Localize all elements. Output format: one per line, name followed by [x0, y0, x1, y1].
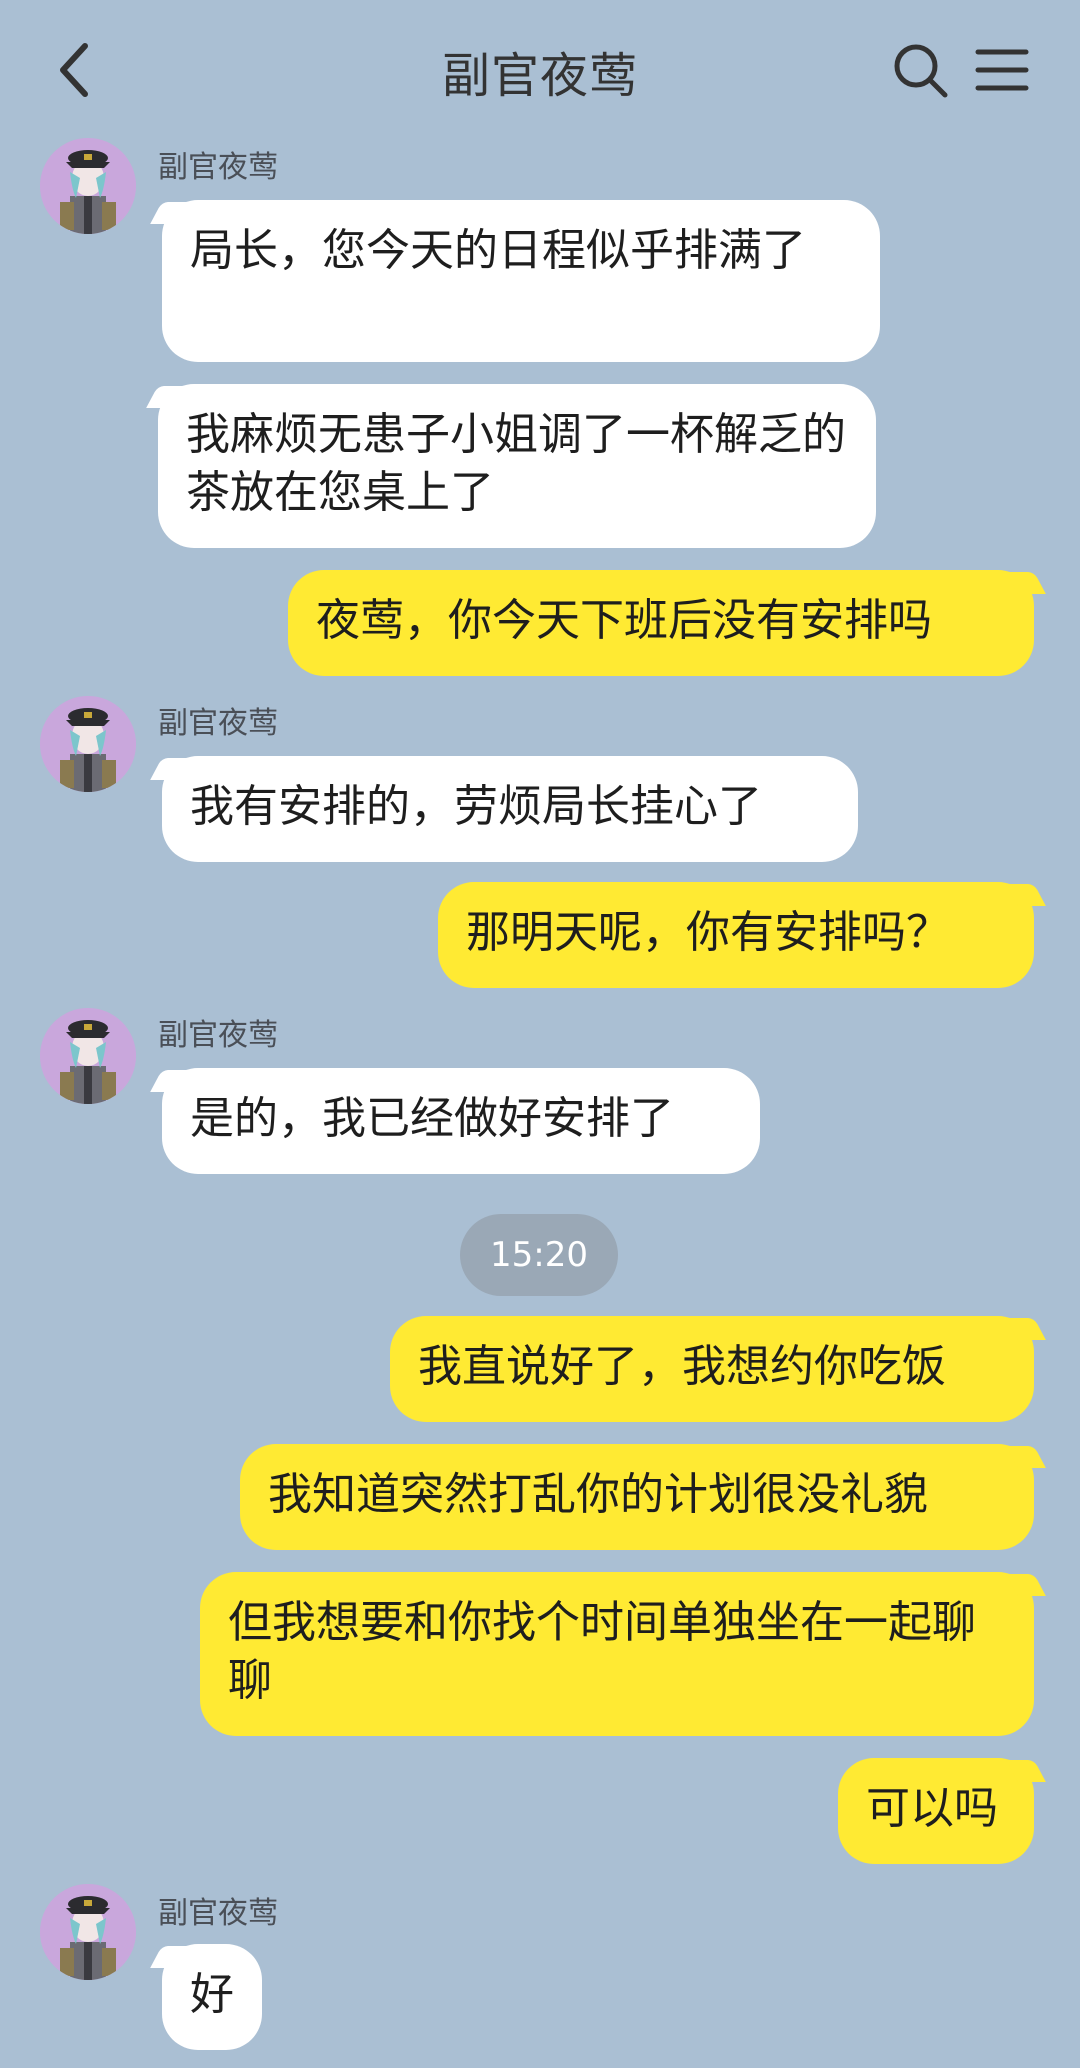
message-bubble-outgoing[interactable]: 可以吗 — [838, 1758, 1034, 1864]
menu-button[interactable] — [970, 36, 1034, 104]
message-bubble-incoming[interactable]: 好 — [162, 1944, 262, 2050]
message-bubble-incoming[interactable]: 我有安排的，劳烦局长挂心了 — [162, 756, 858, 862]
avatar-icon — [40, 1884, 136, 1980]
message-bubble-outgoing[interactable]: 但我想要和你找个时间单独坐在一起聊聊 — [200, 1572, 1034, 1736]
message-bubble-incoming[interactable]: 是的，我已经做好安排了 — [162, 1068, 760, 1174]
sender-name: 副官夜莺 — [158, 150, 278, 185]
search-icon — [894, 44, 948, 98]
search-button[interactable] — [886, 36, 954, 104]
message-bubble-outgoing[interactable]: 我直说好了，我想约你吃饭 — [390, 1316, 1034, 1422]
sender-name: 副官夜莺 — [158, 706, 278, 741]
avatar-icon — [40, 696, 136, 792]
avatar[interactable] — [40, 1008, 136, 1104]
message-bubble-incoming[interactable]: 我麻烦无患子小姐调了一杯解乏的茶放在您桌上了 — [158, 384, 876, 548]
avatar[interactable] — [40, 138, 136, 234]
message-bubble-outgoing[interactable]: 夜莺，你今天下班后没有安排吗 — [288, 570, 1034, 676]
message-bubble-incoming[interactable]: 局长，您今天的日程似乎排满了 — [162, 200, 880, 362]
chat-header: 副官夜莺 — [0, 0, 1080, 140]
sender-name: 副官夜莺 — [158, 1896, 278, 1931]
timestamp-chip: 15:20 — [460, 1214, 618, 1296]
avatar[interactable] — [40, 1884, 136, 1980]
avatar[interactable] — [40, 696, 136, 792]
sender-name: 副官夜莺 — [158, 1018, 278, 1053]
avatar-icon — [40, 1008, 136, 1104]
message-bubble-outgoing[interactable]: 那明天呢，你有安排吗？ — [438, 882, 1034, 988]
message-bubble-outgoing[interactable]: 我知道突然打乱你的计划很没礼貌 — [240, 1444, 1034, 1550]
menu-icon — [975, 49, 1029, 91]
avatar-icon — [40, 138, 136, 234]
